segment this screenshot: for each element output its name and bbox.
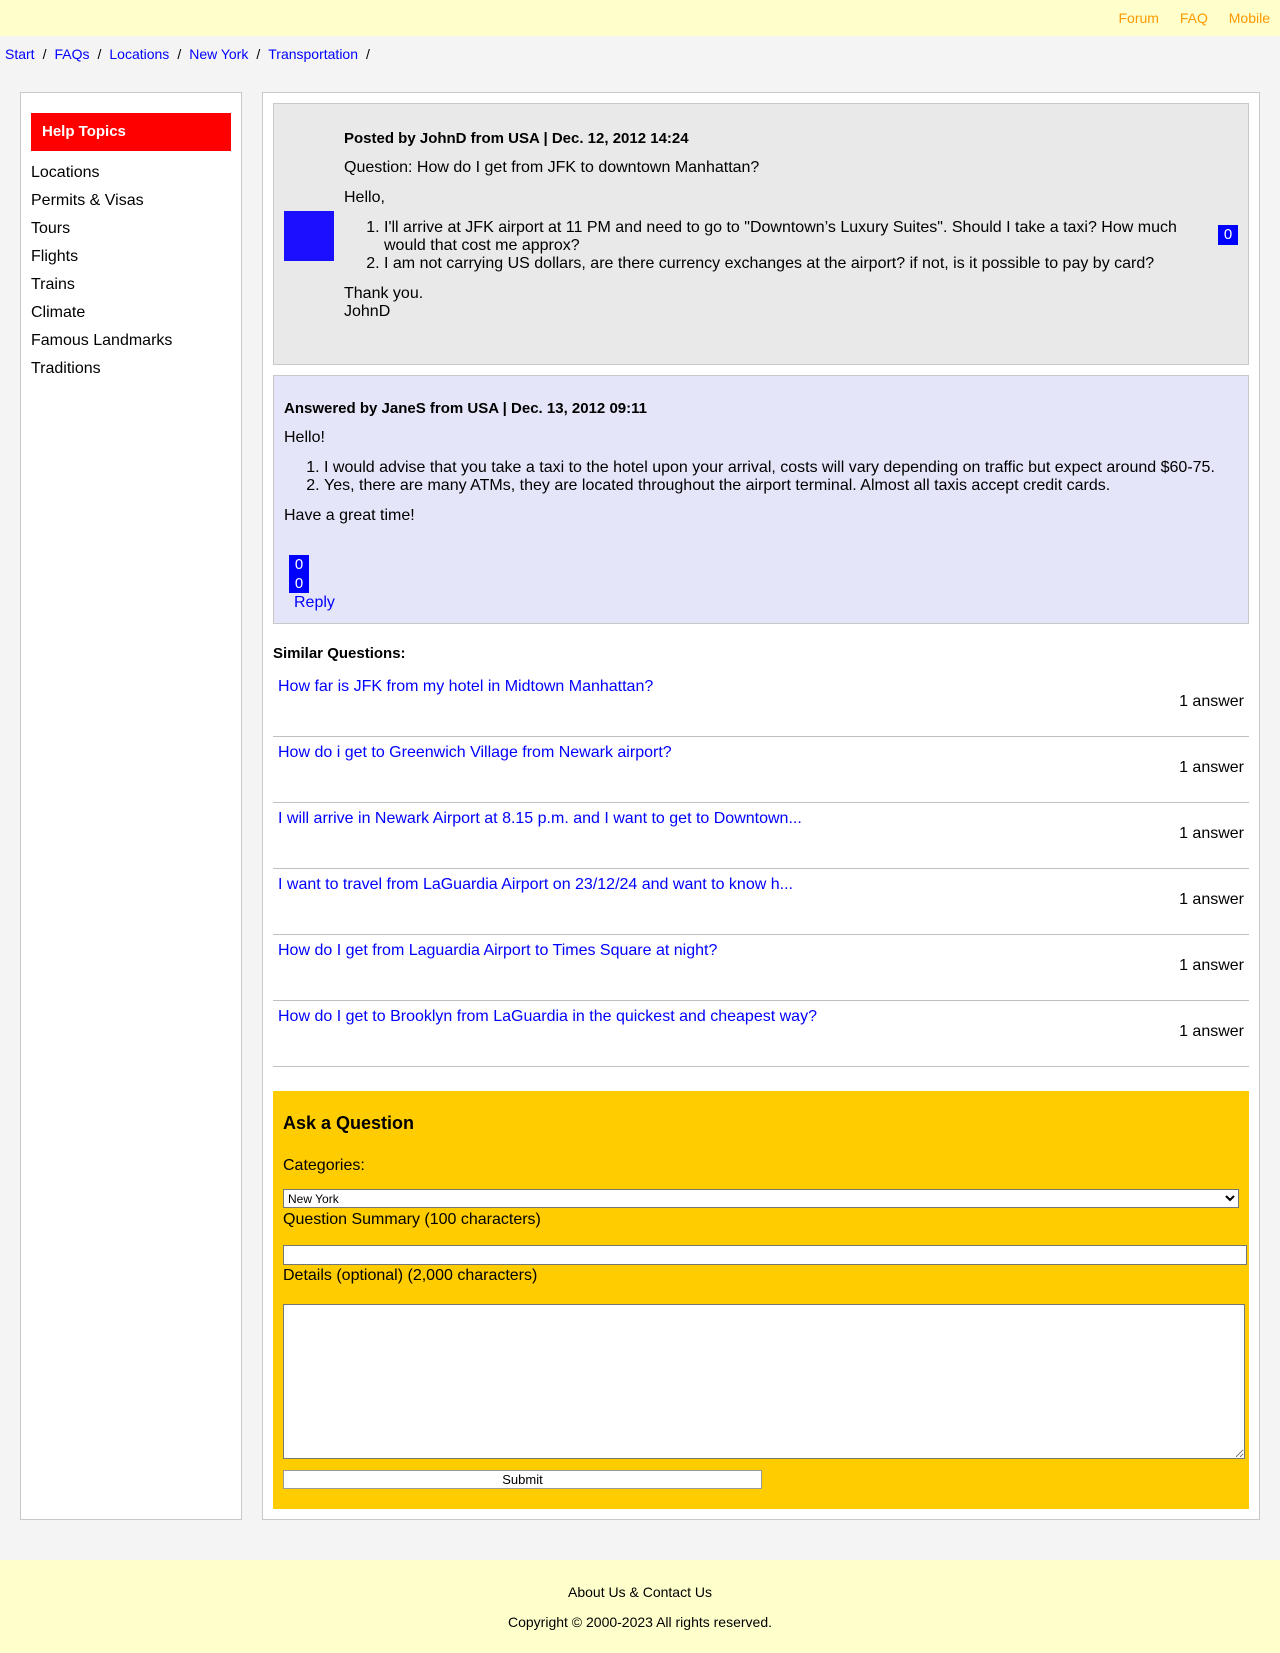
list-item: I am not carrying US dollars, are there …	[384, 255, 1204, 273]
answer-count: 1 answer	[1179, 693, 1244, 710]
sidebar-item-traditions[interactable]: Traditions	[31, 359, 172, 387]
summary-label: Question Summary (100 characters)	[283, 1211, 541, 1228]
sidebar-item-locations[interactable]: Locations	[31, 163, 172, 191]
top-nav-links: Forum FAQ Mobile	[1102, 10, 1271, 26]
question-vote-count[interactable]: 0	[1218, 225, 1238, 245]
reply-link[interactable]: Reply	[294, 594, 335, 612]
answer-count: 1 answer	[1179, 1023, 1244, 1040]
list-item: How do I get from Laguardia Airport to T…	[273, 935, 1249, 1001]
breadcrumb-separator: /	[256, 46, 261, 62]
vote-up-count[interactable]: 0	[289, 555, 309, 574]
nav-link-forum[interactable]: Forum	[1119, 10, 1159, 26]
breadcrumb-separator: /	[177, 46, 182, 62]
breadcrumb-separator: /	[42, 46, 47, 62]
question-meta: Posted by JohnD from USA | Dec. 12, 2012…	[344, 130, 689, 147]
sidebar-item-flights[interactable]: Flights	[31, 247, 172, 275]
answer-post: Answered by JaneS from USA | Dec. 13, 20…	[273, 375, 1249, 624]
list-item: How far is JFK from my hotel in Midtown …	[273, 671, 1249, 737]
list-item: Yes, there are many ATMs, they are locat…	[324, 477, 1234, 495]
list-item: I'll arrive at JFK airport at 11 PM and …	[384, 219, 1204, 255]
list-item: How do I get to Brooklyn from LaGuardia …	[273, 1001, 1249, 1067]
similar-question-link[interactable]: How do i get to Greenwich Village from N…	[278, 744, 672, 762]
question-signature: JohnD	[344, 303, 391, 320]
sidebar-item-permits-visas[interactable]: Permits & Visas	[31, 191, 172, 219]
similar-question-link[interactable]: I want to travel from LaGuardia Airport …	[278, 876, 793, 894]
ask-question-title: Ask a Question	[283, 1113, 415, 1133]
question-closing: Thank you.	[344, 285, 424, 302]
answer-count: 1 answer	[1179, 957, 1244, 974]
ask-question-form: Ask a Question Categories: New York Ques…	[273, 1091, 1249, 1509]
answer-count: 1 answer	[1179, 759, 1244, 776]
answer-body: Answered by JaneS from USA | Dec. 13, 20…	[284, 400, 1234, 537]
categories-label: Categories:	[283, 1157, 365, 1174]
list-item: I want to travel from LaGuardia Airport …	[273, 869, 1249, 935]
question-greeting: Hello,	[344, 189, 385, 206]
answer-meta: Answered by JaneS from USA | Dec. 13, 20…	[284, 400, 647, 417]
breadcrumb-separator: /	[366, 46, 370, 62]
sidebar-item-tours[interactable]: Tours	[31, 219, 172, 247]
top-nav-bar: Forum FAQ Mobile	[0, 0, 1280, 36]
question-summary-input[interactable]	[283, 1245, 1247, 1265]
help-topics-list: Locations Permits & Visas Tours Flights …	[31, 163, 172, 387]
similar-question-link[interactable]: How far is JFK from my hotel in Midtown …	[278, 678, 653, 696]
category-select[interactable]: New York	[283, 1189, 1239, 1208]
similar-questions-title: Similar Questions:	[273, 645, 406, 662]
breadcrumb: Start / FAQs / Locations / New York / Transporta…	[5, 46, 378, 62]
main-content: Posted by JohnD from USA | Dec. 12, 2012…	[262, 92, 1260, 1520]
details-label: Details (optional) (2,000 characters)	[283, 1267, 538, 1284]
answer-points: I would advise that you take a taxi to t…	[284, 459, 1234, 495]
answer-count: 1 answer	[1179, 825, 1244, 842]
answer-count: 1 answer	[1179, 891, 1244, 908]
sidebar: Help Topics Locations Permits & Visas To…	[20, 92, 242, 1520]
similar-question-link[interactable]: How do I get from Laguardia Airport to T…	[278, 942, 717, 960]
question-body: Posted by JohnD from USA | Dec. 12, 2012…	[344, 130, 1204, 321]
similar-question-link[interactable]: How do I get to Brooklyn from LaGuardia …	[278, 1008, 817, 1026]
answer-closing: Have a great time!	[284, 507, 415, 524]
footer-copyright: Copyright © 2000-2023 All rights reserve…	[507, 1614, 772, 1630]
nav-link-mobile[interactable]: Mobile	[1229, 10, 1270, 26]
breadcrumb-locations[interactable]: Locations	[109, 46, 169, 62]
breadcrumb-separator: /	[97, 46, 102, 62]
list-item: I will arrive in Newark Airport at 8.15 …	[273, 803, 1249, 869]
question-details-textarea[interactable]	[283, 1304, 1245, 1459]
nav-link-faq[interactable]: FAQ	[1180, 10, 1208, 26]
sidebar-item-climate[interactable]: Climate	[31, 303, 172, 331]
answer-votes: 0 0	[289, 555, 309, 593]
submit-button[interactable]: Submit	[283, 1470, 762, 1489]
breadcrumb-transportation[interactable]: Transportation	[268, 46, 358, 62]
sidebar-item-famous-landmarks[interactable]: Famous Landmarks	[31, 331, 172, 359]
question-title: Question: How do I get from JFK to downt…	[344, 159, 760, 176]
similar-questions-list: How far is JFK from my hotel in Midtown …	[273, 671, 1249, 1067]
list-item: How do i get to Greenwich Village from N…	[273, 737, 1249, 803]
footer-about-link[interactable]: About Us & Contact Us	[0, 1584, 1280, 1600]
question-points: I'll arrive at JFK airport at 11 PM and …	[344, 219, 1204, 273]
breadcrumb-faqs[interactable]: FAQs	[54, 46, 89, 62]
answer-greeting: Hello!	[284, 429, 325, 446]
breadcrumb-new-york[interactable]: New York	[189, 46, 248, 62]
question-post: Posted by JohnD from USA | Dec. 12, 2012…	[273, 103, 1249, 365]
similar-question-link[interactable]: I will arrive in Newark Airport at 8.15 …	[278, 810, 802, 828]
help-topics-title: Help Topics	[31, 113, 231, 151]
sidebar-item-trains[interactable]: Trains	[31, 275, 172, 303]
vote-down-count[interactable]: 0	[289, 574, 309, 593]
avatar	[284, 211, 334, 261]
footer: About Us & Contact Us Copyright © 2000-2…	[0, 1560, 1280, 1653]
list-item: I would advise that you take a taxi to t…	[324, 459, 1234, 477]
breadcrumb-start[interactable]: Start	[5, 46, 35, 62]
